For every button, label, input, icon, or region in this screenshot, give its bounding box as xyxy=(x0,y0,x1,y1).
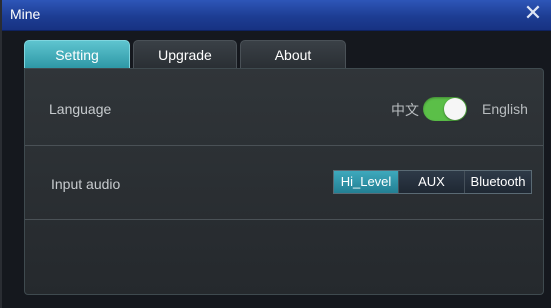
row-divider xyxy=(25,145,543,146)
input-audio-aux-button[interactable]: AUX xyxy=(399,171,465,193)
title-bar[interactable]: Mine ✕ xyxy=(2,0,551,31)
language-toggle[interactable] xyxy=(423,97,467,121)
settings-panel: Language 中文 English Input audio Hi_Level… xyxy=(24,68,544,295)
language-label: Language xyxy=(49,101,112,117)
tab-about[interactable]: About xyxy=(240,40,346,69)
input-audio-bluetooth-button[interactable]: Bluetooth xyxy=(465,171,531,193)
input-audio-label: Input audio xyxy=(51,176,121,192)
mine-window: Mine ✕ Setting Upgrade About Language 中文… xyxy=(0,0,551,308)
language-option-chinese[interactable]: 中文 xyxy=(391,100,419,120)
input-audio-selector: Hi_Level AUX Bluetooth xyxy=(333,170,532,194)
window-title: Mine xyxy=(10,6,41,22)
tab-setting[interactable]: Setting xyxy=(24,40,130,69)
input-audio-hi-level-button[interactable]: Hi_Level xyxy=(334,171,399,193)
row-divider xyxy=(25,219,543,220)
tab-upgrade[interactable]: Upgrade xyxy=(133,40,237,69)
toggle-knob xyxy=(444,98,466,120)
language-option-english[interactable]: English xyxy=(482,101,528,117)
close-icon[interactable]: ✕ xyxy=(521,2,545,26)
